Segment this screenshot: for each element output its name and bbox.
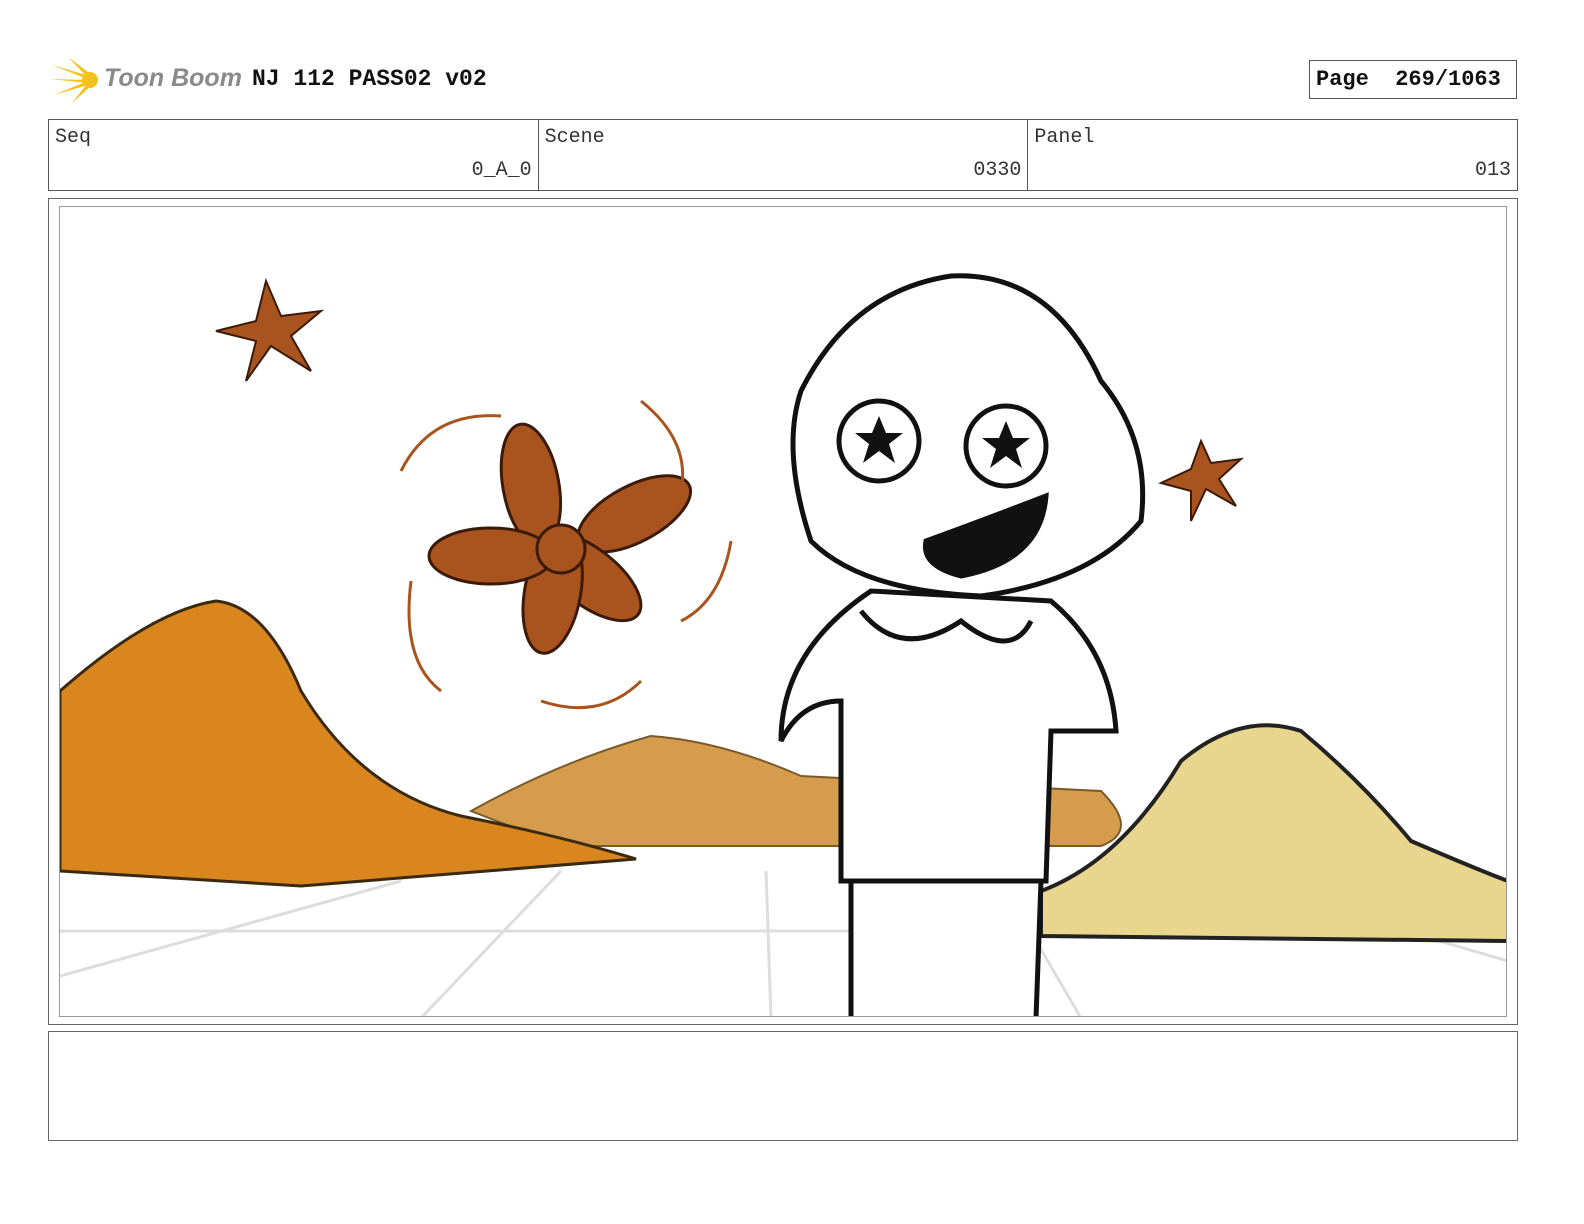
small-flower-left [215,277,325,382]
small-flower-right [1158,438,1245,522]
seq-label: Seq [55,126,92,149]
panel-cell: Panel 013 [1028,120,1517,190]
logo-text: Toon Boom [104,64,242,92]
large-flower [427,422,693,655]
info-table: Seq 0_A_0 Scene 0330 Panel 013 [48,119,1518,191]
seq-value: 0_A_0 [471,159,532,182]
page-label: Page [1316,67,1369,92]
panel-image [59,206,1507,1017]
seq-cell: Seq 0_A_0 [49,120,539,190]
panel-value: 013 [1475,159,1512,182]
panel-label: Panel [1034,126,1095,149]
notes-box [48,1031,1518,1141]
scene-label: Scene [544,126,605,149]
document-title: NJ 112 PASS02 v02 [252,66,487,92]
scene-value: 0330 [973,159,1022,182]
page-value: 269/1063 [1395,67,1501,92]
page-indicator: Page 269/1063 [1309,60,1517,99]
scene-cell: Scene 0330 [539,120,1029,190]
